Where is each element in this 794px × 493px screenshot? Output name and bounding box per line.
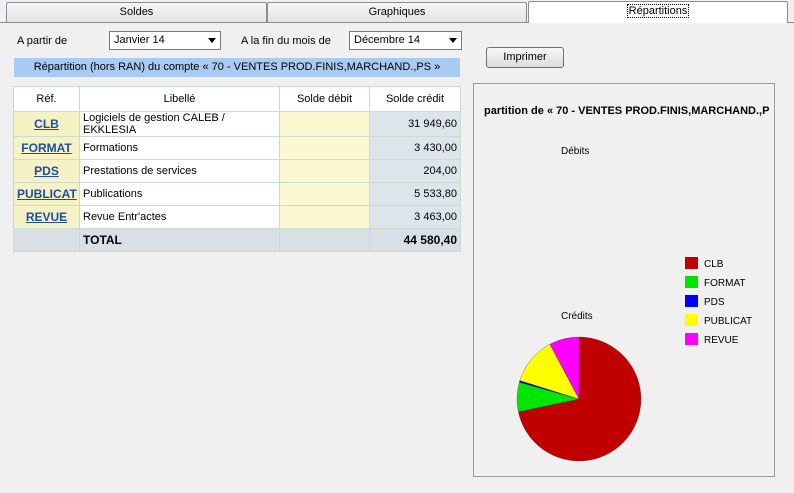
legend-swatch-format bbox=[685, 276, 698, 288]
tab-repartitions-label: Répartitions bbox=[626, 4, 690, 18]
legend-swatch-revue bbox=[685, 333, 698, 345]
print-button[interactable]: Imprimer bbox=[486, 47, 564, 68]
legend-label-clb: CLB bbox=[704, 259, 724, 270]
table-total-row: TOTAL 44 580,40 bbox=[13, 228, 461, 252]
credit-cell: 204,00 bbox=[369, 159, 461, 183]
debit-cell bbox=[279, 182, 370, 206]
credits-label: Crédits bbox=[561, 311, 593, 322]
col-header-libelle[interactable]: Libellé bbox=[79, 86, 280, 112]
ref-link[interactable]: PDS bbox=[34, 164, 59, 178]
tab-repartitions[interactable]: Répartitions bbox=[528, 1, 788, 23]
total-label: TOTAL bbox=[79, 228, 280, 252]
debit-cell bbox=[279, 205, 370, 229]
credit-cell: 3 430,00 bbox=[369, 136, 461, 160]
to-label: A la fin du mois de bbox=[241, 35, 331, 47]
chevron-down-icon[interactable] bbox=[204, 32, 220, 49]
legend-swatch-pds bbox=[685, 295, 698, 307]
libelle-cell: Prestations de services bbox=[79, 159, 280, 183]
table-row[interactable]: PDS Prestations de services 204,00 bbox=[13, 159, 461, 183]
account-banner: Répartition (hors RAN) du compte « 70 - … bbox=[14, 58, 460, 77]
chart-title: partition de « 70 - VENTES PROD.FINIS,MA… bbox=[484, 105, 769, 117]
tab-soldes-label: Soldes bbox=[119, 6, 154, 18]
ref-link[interactable]: CLB bbox=[34, 117, 59, 131]
credit-cell: 31 949,60 bbox=[369, 111, 461, 137]
debits-label: Débits bbox=[561, 146, 589, 157]
libelle-cell: Logiciels de gestion CALEB / EKKLESIA bbox=[79, 111, 280, 137]
tab-graphiques[interactable]: Graphiques bbox=[267, 2, 527, 22]
total-credit: 44 580,40 bbox=[369, 228, 461, 252]
pie-chart: partition de « 70 - VENTES PROD.FINIS,MA… bbox=[484, 105, 769, 462]
debit-cell bbox=[279, 111, 370, 137]
from-label: A partir de bbox=[17, 35, 68, 47]
col-header-ref[interactable]: Réf. bbox=[13, 86, 80, 112]
tab-soldes[interactable]: Soldes bbox=[6, 2, 267, 22]
table-row[interactable]: CLB Logiciels de gestion CALEB / EKKLESI… bbox=[13, 111, 461, 137]
from-month-value: Janvier 14 bbox=[114, 34, 165, 46]
pie-chart-panel: partition de « 70 - VENTES PROD.FINIS,MA… bbox=[473, 83, 775, 477]
libelle-cell: Formations bbox=[79, 136, 280, 160]
ref-link[interactable]: FORMAT bbox=[21, 141, 71, 155]
col-header-debit[interactable]: Solde débit bbox=[279, 86, 370, 112]
table-row[interactable]: REVUE Revue Entr'actes 3 463,00 bbox=[13, 205, 461, 229]
tab-graphiques-label: Graphiques bbox=[368, 6, 426, 18]
table-header-row: Réf. Libellé Solde débit Solde crédit bbox=[13, 86, 461, 112]
chevron-down-icon[interactable] bbox=[445, 32, 461, 49]
legend-label-pds: PDS bbox=[704, 297, 725, 308]
legend-label-format: FORMAT bbox=[704, 278, 745, 289]
credit-cell: 3 463,00 bbox=[369, 205, 461, 229]
legend-label-revue: REVUE bbox=[704, 335, 739, 346]
col-header-credit[interactable]: Solde crédit bbox=[369, 86, 461, 112]
table-row[interactable]: FORMAT Formations 3 430,00 bbox=[13, 136, 461, 160]
credit-cell: 5 533,80 bbox=[369, 182, 461, 206]
legend-swatch-publicat bbox=[685, 314, 698, 326]
ref-link[interactable]: PUBLICAT bbox=[17, 187, 77, 201]
from-month-select[interactable]: Janvier 14 bbox=[109, 31, 221, 50]
legend-label-publicat: PUBLICAT bbox=[704, 316, 752, 327]
table-row[interactable]: PUBLICAT Publications 5 533,80 bbox=[13, 182, 461, 206]
to-month-value: Décembre 14 bbox=[354, 34, 421, 46]
debit-cell bbox=[279, 136, 370, 160]
legend-swatch-clb bbox=[685, 257, 698, 269]
libelle-cell: Revue Entr'actes bbox=[79, 205, 280, 229]
distribution-table: Réf. Libellé Solde débit Solde crédit CL… bbox=[13, 86, 461, 252]
libelle-cell: Publications bbox=[79, 182, 280, 206]
debit-cell bbox=[279, 159, 370, 183]
to-month-select[interactable]: Décembre 14 bbox=[349, 31, 462, 50]
ref-link[interactable]: REVUE bbox=[26, 210, 67, 224]
